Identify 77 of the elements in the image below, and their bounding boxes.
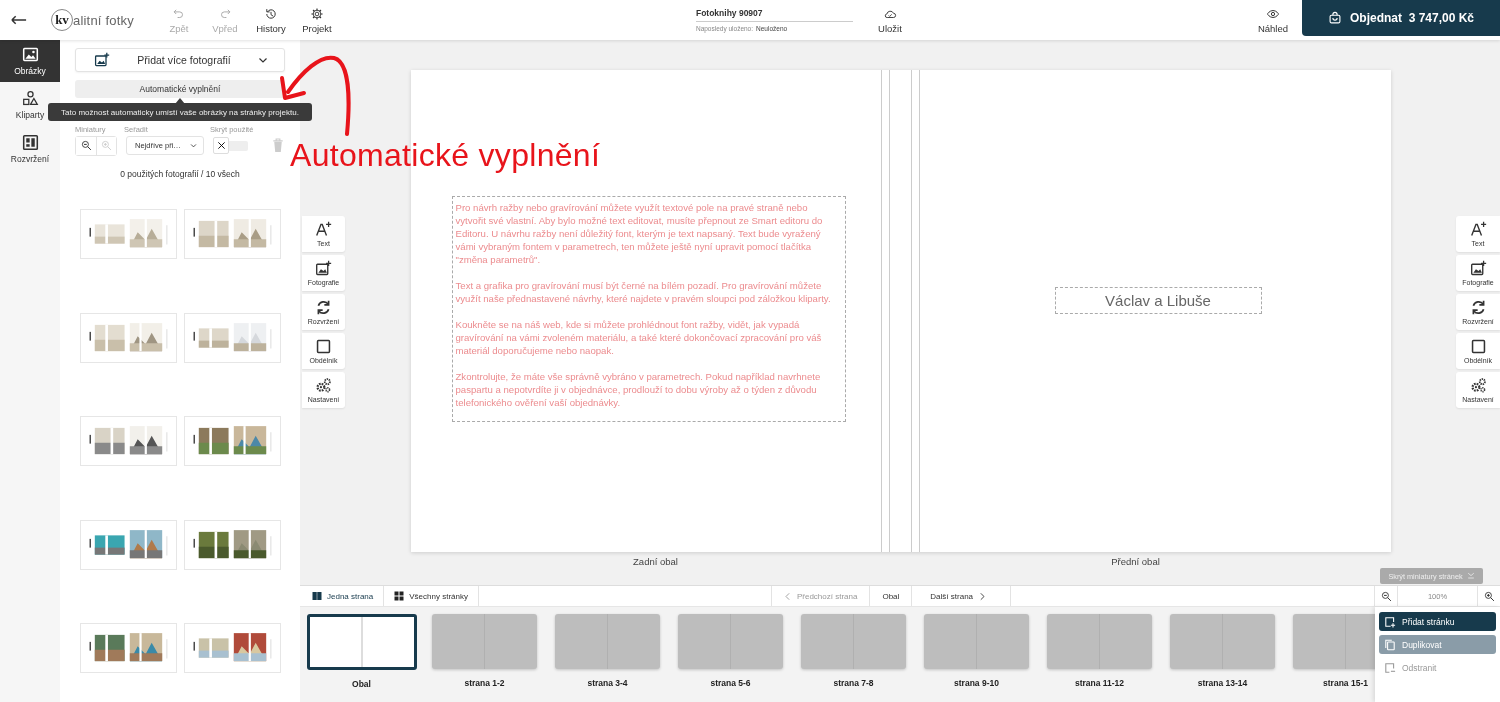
image-add-icon xyxy=(1469,260,1487,277)
settings-icon xyxy=(309,6,324,21)
next-page-button[interactable]: Další strana xyxy=(911,586,1012,606)
bag-icon xyxy=(1327,11,1342,25)
zoom-out-icon xyxy=(80,140,92,151)
logo-text: alitní fotky xyxy=(73,12,134,28)
page-add-icon xyxy=(1384,615,1396,628)
page-thumbnail-label: strana 1-2 xyxy=(464,678,505,688)
page-thumbnail-label: strana 7-8 xyxy=(833,678,874,688)
paragraph: Zkontrolujte, že máte vše správně vybráno v parametrech. Pokud například navrhnete paspartu a nepotvrdíte ji v objednávce, prodlouží to dobu výroby až o týden z důvodu telefonického ověření vaší objednávky. xyxy=(455,370,822,409)
page-thumbnail[interactable] xyxy=(555,614,660,669)
order-button[interactable]: Objednat 3 747,00 Kč xyxy=(1302,0,1500,36)
history-icon xyxy=(263,6,278,21)
chevron-down-icon xyxy=(190,142,197,149)
paragraph: Text a grafika pro gravírování musí být černé na bílém pozadí. Pro gravírování můžete využít naše přednastavené návrhy, které najdete v pravém sloupci pod záložkou kliparty. xyxy=(455,279,832,305)
layout-icon xyxy=(21,134,39,151)
page-thumbnail-label: strana 15-1 xyxy=(1323,678,1368,688)
text-add-icon xyxy=(1469,221,1487,238)
photo-count: 0 použitých fotografií / 10 všech xyxy=(119,169,241,179)
zoom-in-icon xyxy=(101,140,112,151)
chevron-left-icon xyxy=(783,591,792,601)
trash-icon xyxy=(272,138,284,153)
page-label: Přední obal xyxy=(1110,556,1161,567)
sidebar-tab[interactable]: Obrázky xyxy=(0,40,60,82)
page-thumbnail[interactable] xyxy=(801,614,906,669)
chevron-right-icon xyxy=(978,591,987,601)
page-thumbnail[interactable] xyxy=(432,614,537,669)
page-label: Zadní obal xyxy=(632,556,679,567)
image-icon xyxy=(21,46,39,63)
gears-icon xyxy=(1469,377,1487,394)
menu-button[interactable]: Přidat stránku xyxy=(1379,612,1496,631)
text-add-icon xyxy=(315,221,332,238)
text-frame[interactable] xyxy=(451,196,846,422)
shapes-icon xyxy=(21,90,39,107)
back-arrow-icon xyxy=(10,14,28,26)
toolbar-button[interactable]: Projekt xyxy=(295,6,338,34)
document-title: Fotoknihy 90907 xyxy=(695,8,853,22)
back-button[interactable] xyxy=(10,14,28,26)
page-thumbnail[interactable] xyxy=(306,614,417,670)
page-thumbnail[interactable] xyxy=(924,614,1029,669)
square-icon xyxy=(1469,338,1487,355)
toolbar-button[interactable]: History xyxy=(249,6,292,34)
close-icon xyxy=(216,141,226,150)
zoom-out-icon xyxy=(1380,590,1392,602)
image-add-icon xyxy=(94,52,110,68)
toggle-switch[interactable] xyxy=(213,137,248,154)
page-thumbnail[interactable] xyxy=(1293,614,1375,669)
preview-button[interactable]: Náhled xyxy=(1252,6,1294,34)
zoom-in-icon xyxy=(1483,590,1495,602)
page-thumbnail-label: strana 3-4 xyxy=(587,678,628,688)
autofill-button[interactable]: Automatické vyplnění xyxy=(75,80,285,98)
page-thumbnail[interactable] xyxy=(1170,614,1275,669)
page-remove-icon xyxy=(1384,661,1396,674)
add-photos-button[interactable]: Přidat více fotografií xyxy=(75,48,285,72)
paragraph: Koukněte se na náš web, kde si můžete prohlédnout font ražby, vidět, jak vypadá gravírování na vámi zvoleném materiálu, a také které dokončovací zpracování pro váš materiál doporučujeme nebo naopak. xyxy=(455,318,823,357)
two-pages-icon xyxy=(312,591,322,601)
copy-icon xyxy=(1384,638,1396,651)
page-thumbnail-label: strana 9-10 xyxy=(954,678,999,688)
image-add-icon xyxy=(315,260,332,277)
save-button[interactable]: Uložit xyxy=(868,6,911,34)
annotation-text: Automatické vyplnění xyxy=(290,137,601,174)
gears-icon xyxy=(315,377,332,394)
collapse-icon xyxy=(1466,572,1475,580)
page-thumbnail[interactable] xyxy=(1047,614,1152,669)
grid-icon xyxy=(394,591,405,601)
square-icon xyxy=(315,338,332,355)
title-text-frame[interactable]: Václav a Libuše xyxy=(1054,287,1262,314)
page-thumbnail[interactable] xyxy=(678,614,783,669)
page-thumbnail-label: Obal xyxy=(352,679,371,689)
sidebar-tab[interactable]: Rozvržení xyxy=(0,128,60,170)
page-thumbnail-label: strana 5-6 xyxy=(710,678,751,688)
page-thumbnail-label: strana 13-14 xyxy=(1197,678,1248,688)
chevron-down-icon xyxy=(258,55,268,65)
page-thumbnail-label: strana 11-12 xyxy=(1074,678,1125,688)
delete-button[interactable] xyxy=(272,138,284,153)
paragraph: Pro návrh ražby nebo gravírování můžete využít textové pole na pravé straně nebo vytvořit své vlastní. Aby bylo možné text editovat, musíte přepnout ze Smart editoru do Editoru. U návrhu ražby není důležitý font, kterým je text napsaný. Text bude vyražený vámi vybraným fontem v parametrech, ten můžete ještě nyní upravit pomocí tlačítka "změna parametrů". xyxy=(455,201,824,266)
refresh-icon xyxy=(315,299,332,316)
